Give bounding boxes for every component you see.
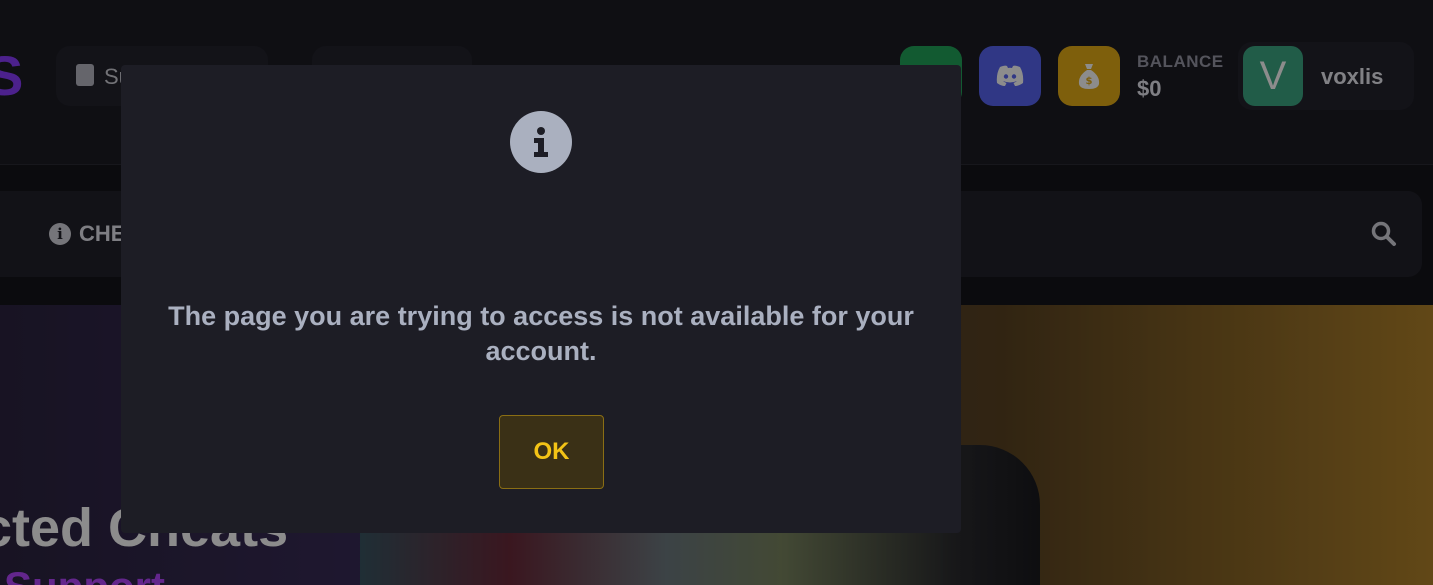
dialog-message: The page you are trying to access is not… [168,301,914,366]
info-icon [510,111,572,173]
access-denied-dialog: The page you are trying to access is not… [121,65,961,533]
ok-button[interactable]: OK [499,415,604,489]
